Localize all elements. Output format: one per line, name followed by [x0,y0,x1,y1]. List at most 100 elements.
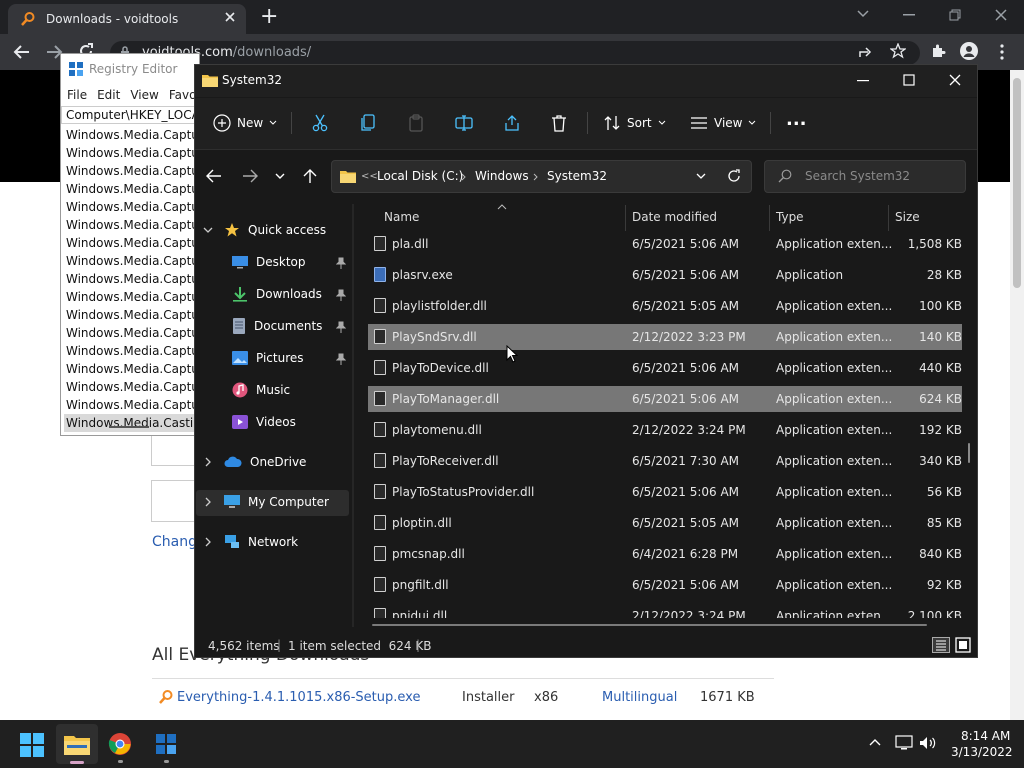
registry-key-item[interactable]: Windows.Media.Capture [64,270,199,288]
registry-key-item[interactable]: Windows.Media.Capture [64,198,199,216]
close-tab-icon[interactable] [224,11,236,23]
close-window-icon[interactable] [995,9,1007,21]
explorer-close-icon[interactable] [949,74,961,86]
breadcrumb-separator-icon[interactable] [461,173,466,181]
column-divider[interactable] [769,205,770,231]
file-row[interactable]: PlayToReceiver.dll 6/5/2021 7:30 AM Applic… [368,448,962,474]
breadcrumb-system32[interactable]: System32 [547,169,607,183]
nav-music[interactable]: Music [232,379,290,401]
explorer-back-icon[interactable] [206,169,222,183]
registry-key-item[interactable]: Windows.Media.Capture [64,180,199,198]
registry-key-item[interactable]: Windows.Media.Capture [64,234,199,252]
taskbar-file-explorer-button[interactable] [56,724,98,764]
explorer-maximize-icon[interactable] [903,74,915,86]
file-list-horizontal-scrollbar-thumb[interactable] [372,624,927,626]
registry-key-item[interactable]: Windows.Media.Capture [64,126,199,144]
registry-menu-edit[interactable]: Edit [97,88,120,102]
delete-button[interactable] [551,110,567,136]
file-list-vertical-scrollbar-thumb[interactable] [968,443,970,463]
extensions-icon[interactable] [930,43,946,59]
address-bar[interactable]: voidtools.com/downloads/ [110,41,920,65]
onedrive-expand-icon[interactable] [205,457,212,467]
network-status-icon[interactable] [895,735,913,751]
nav-desktop[interactable]: Desktop [232,251,306,273]
page-scrollbar[interactable] [1010,70,1024,720]
registry-key-item[interactable]: Windows.Media.Capture [64,144,199,162]
registry-address-bar[interactable]: Computer\HKEY_LOCAL [61,106,199,124]
column-header-size[interactable]: Size [895,210,920,224]
column-header-type[interactable]: Type [776,210,804,224]
bookmark-star-icon[interactable] [890,43,906,59]
column-divider[interactable] [888,205,889,231]
browser-menu-icon[interactable] [1000,44,1004,60]
copy-button[interactable] [360,110,376,136]
registry-key-item[interactable]: Windows.Media.Capture [64,360,199,378]
restore-icon[interactable] [949,9,961,21]
file-row[interactable]: playtomenu.dll 2/12/2022 3:24 PM Applicati… [368,417,962,443]
nav-onedrive[interactable]: OneDrive [224,451,306,473]
download-language[interactable]: Multilingual [602,690,677,705]
volume-icon[interactable] [919,736,937,750]
share-icon[interactable] [858,45,874,59]
my-computer-expand-icon[interactable] [205,497,212,507]
nav-my-computer[interactable]: My Computer [224,491,329,513]
file-row[interactable]: plasrv.exe 6/5/2021 5:06 AM Application 28 … [368,262,962,288]
back-arrow-icon[interactable] [13,44,31,60]
browser-tab[interactable]: Downloads - voidtools [8,4,246,34]
column-header-name[interactable]: Name [384,210,419,224]
explorer-forward-icon[interactable] [242,169,258,183]
nav-videos[interactable]: Videos [232,411,296,433]
page-scrollbar-thumb[interactable] [1013,78,1021,288]
refresh-icon[interactable] [727,169,741,183]
file-row[interactable]: PlayToDevice.dll 6/5/2021 5:06 AM Applicat… [368,355,962,381]
quick-access-expand-icon[interactable] [203,227,213,234]
cut-button[interactable] [312,110,328,136]
registry-menu-view[interactable]: View [130,88,158,102]
explorer-minimize-icon[interactable] [857,80,869,82]
breadcrumb-separator-icon[interactable] [533,173,538,181]
file-row[interactable]: pmcsnap.dll 6/4/2021 6:28 PM Application e… [368,541,962,567]
sort-button[interactable]: Sort [603,110,666,136]
profile-icon[interactable] [960,42,978,60]
details-view-button[interactable] [932,637,950,653]
recent-locations-icon[interactable] [275,173,285,180]
registry-key-item[interactable]: Windows.Media.Capture [64,288,199,306]
nav-downloads[interactable]: Downloads [232,283,322,305]
new-tab-button[interactable]: + [260,4,278,29]
chevron-down-icon[interactable] [856,9,870,19]
column-header-date[interactable]: Date modified [632,210,717,224]
download-link[interactable]: Everything-1.4.1.1015.x86-Setup.exe [177,690,420,705]
minimize-icon[interactable] [903,14,915,16]
file-row[interactable]: pngfilt.dll 6/5/2021 5:06 AM Application e… [368,572,962,598]
registry-key-item[interactable]: Windows.Media.Capture [64,306,199,324]
file-row[interactable]: pnidui.dll 2/12/2022 3:24 PM Application e… [368,603,962,618]
registry-title-bar[interactable]: Registry Editor [61,54,199,84]
file-row[interactable]: PlayToManager.dll 6/5/2021 5:06 AM Applica… [368,386,962,412]
file-row[interactable]: playlistfolder.dll 6/5/2021 5:05 AM Applic… [368,293,962,319]
file-row[interactable]: ploptin.dll 6/5/2021 5:05 AM Application e… [368,510,962,536]
registry-key-item[interactable]: Windows.Media.Capture [64,252,199,270]
file-row[interactable]: PlayToStatusProvider.dll 6/5/2021 5:06 AM… [368,479,962,505]
address-history-icon[interactable] [696,173,706,180]
registry-editor-window[interactable]: Registry Editor File Edit View Favo Comp… [60,53,200,436]
taskbar-chrome-button[interactable] [108,732,132,763]
nav-documents[interactable]: Documents [232,315,322,337]
start-button[interactable] [20,733,44,757]
registry-key-item[interactable]: Windows.Media.Capture [64,378,199,396]
registry-key-item[interactable]: Windows.Media.Capture [64,342,199,360]
file-row[interactable]: pla.dll 6/5/2021 5:06 AM Application exten… [368,232,962,257]
nav-pane-splitter[interactable] [352,204,354,627]
nav-network[interactable]: Network [224,531,298,553]
nav-quick-access[interactable]: Quick access [224,219,326,241]
registry-menu-file[interactable]: File [67,88,87,102]
registry-key-item[interactable]: Windows.Media.Casting. [64,414,199,432]
breadcrumb-overflow[interactable]: << [361,171,378,182]
rename-button[interactable] [455,110,473,136]
clock-time[interactable]: 8:14 AM [961,729,1010,743]
file-row[interactable]: PlaySndSrv.dll 2/12/2022 3:23 PM Applicati… [368,324,962,350]
registry-key-item[interactable]: Windows.Media.Capture [64,324,199,342]
taskbar-regedit-button[interactable] [154,732,178,763]
breadcrumb-windows[interactable]: Windows [475,169,529,183]
view-button[interactable]: View [690,110,756,136]
show-hidden-icons-icon[interactable] [869,738,881,746]
